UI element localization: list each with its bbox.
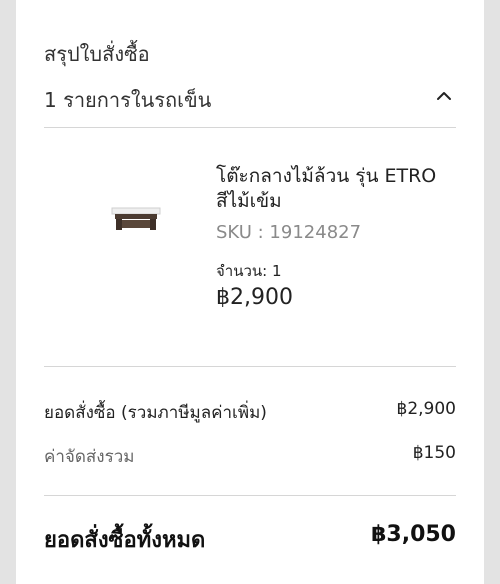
product-name[interactable]: โต๊ะกลางไม้ล้วน รุ่น ETRO สีไม้เข้ม: [216, 164, 446, 214]
subtotal-row: ยอดสั่งซื้อ (รวมภาษีมูลค่าเพิ่ม) ฿2,900: [44, 399, 456, 426]
grand-total-value: ฿3,050: [371, 522, 456, 547]
subtotal-label: ยอดสั่งซื้อ (รวมภาษีมูลค่าเพิ่ม): [44, 403, 267, 423]
chevron-up-icon[interactable]: [432, 84, 456, 108]
grand-total-row: ยอดสั่งซื้อทั้งหมด ฿3,050: [44, 522, 456, 557]
shipping-value: ฿150: [412, 443, 456, 463]
order-summary-title: สรุปใบสั่งซื้อ: [44, 42, 150, 66]
subtotal-value: ฿2,900: [396, 399, 456, 419]
grand-total-label: ยอดสั่งซื้อทั้งหมด: [44, 528, 206, 553]
cart-item: โต๊ะกลางไม้ล้วน รุ่น ETRO สีไม้เข้ม SKU …: [44, 128, 456, 367]
product-thumbnail: [111, 207, 161, 230]
order-summary-panel: สรุปใบสั่งซื้อ 1 รายการในรถเข็น โต๊ะกลาง…: [16, 0, 484, 584]
cart-item-count: 1 รายการในรถเข็น: [44, 88, 212, 112]
shipping-label: ค่าจัดส่งรวม: [44, 447, 135, 467]
cart-item-info: โต๊ะกลางไม้ล้วน รุ่น ETRO สีไม้เข้ม SKU …: [216, 164, 446, 310]
product-quantity: จำนวน: 1: [216, 262, 282, 280]
shipping-row: ค่าจัดส่งรวม ฿150: [44, 443, 456, 470]
product-sku: SKU : 19124827: [216, 222, 362, 243]
grand-total-section: ยอดสั่งซื้อทั้งหมด ฿3,050: [44, 496, 456, 584]
order-totals: ยอดสั่งซื้อ (รวมภาษีมูลค่าเพิ่ม) ฿2,900 …: [44, 367, 456, 496]
product-price: ฿2,900: [216, 285, 293, 310]
order-summary-header[interactable]: สรุปใบสั่งซื้อ 1 รายการในรถเข็น: [44, 0, 456, 128]
